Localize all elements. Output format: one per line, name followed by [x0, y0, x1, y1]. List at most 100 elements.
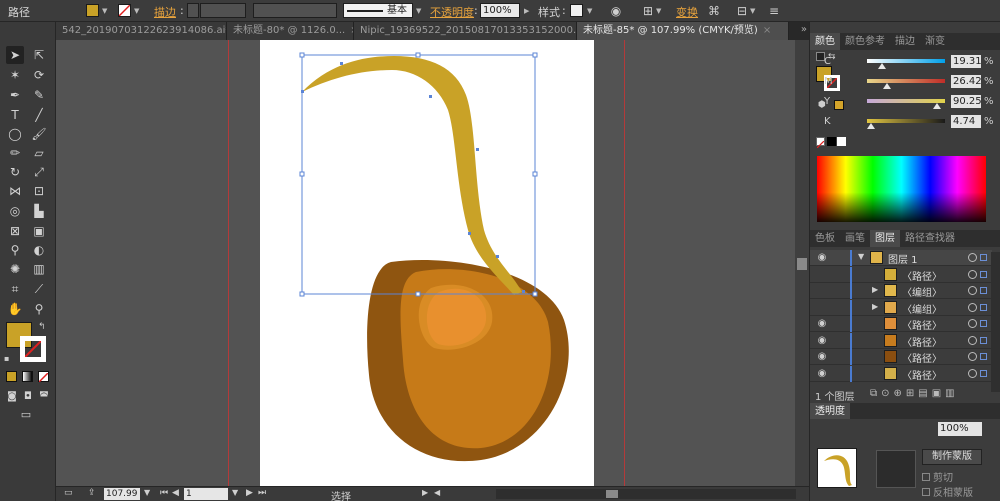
track[interactable]: [867, 79, 945, 83]
expand-icon[interactable]: ▼: [858, 252, 864, 261]
stroke-weight-stepper[interactable]: [187, 3, 199, 18]
curvature-tool-icon[interactable]: ✎: [30, 86, 48, 104]
zoom-dropdown-icon[interactable]: ▼: [144, 488, 150, 497]
layer-name[interactable]: 〈编组〉: [902, 301, 942, 316]
layers-scrollbar[interactable]: [991, 252, 1000, 392]
export-icon[interactable]: ⇪: [88, 488, 96, 498]
slider-k[interactable]: K 4.74 %: [810, 114, 1000, 132]
target-icon[interactable]: [968, 286, 977, 295]
line-tool-icon[interactable]: ╱: [30, 106, 48, 124]
hand-tool-icon[interactable]: ✋: [6, 300, 24, 318]
profile-dropdown-icon[interactable]: ▼: [416, 7, 424, 15]
tab-pathfinder[interactable]: 路径查找器: [900, 230, 960, 247]
layer-name[interactable]: 〈路径〉: [902, 350, 942, 365]
layer-name[interactable]: 〈编组〉: [902, 284, 942, 299]
slider-c[interactable]: C 19.31 %: [810, 54, 1000, 72]
slider-m[interactable]: M 26.42 %: [810, 74, 1000, 92]
fill-dropdown-icon[interactable]: ▼: [102, 7, 110, 15]
invert-mask-checkbox[interactable]: 反相蒙版: [922, 484, 973, 499]
target-icon[interactable]: [968, 368, 977, 378]
layer-row[interactable]: ◉ 〈路径〉: [810, 349, 992, 365]
none-swatch[interactable]: [816, 137, 825, 149]
magic-wand-tool-icon[interactable]: ✶: [6, 66, 24, 84]
zoom-field[interactable]: 107.99: [104, 488, 140, 500]
status-menu-icon[interactable]: ▭: [64, 488, 73, 498]
tab-color-guide[interactable]: 颜色参考: [840, 33, 890, 50]
free-transform-tool-icon[interactable]: ⊡: [30, 182, 48, 200]
selection-indicator[interactable]: [980, 270, 987, 278]
layer-row[interactable]: ▶ 〈编组〉: [810, 299, 992, 316]
target-icon[interactable]: [968, 335, 977, 345]
page-dropdown-icon[interactable]: ▼: [232, 488, 238, 497]
eye-icon[interactable]: ◉: [816, 318, 828, 330]
expand-icon[interactable]: ▶: [872, 285, 878, 294]
layer-name[interactable]: 〈路径〉: [902, 317, 942, 332]
color-spectrum[interactable]: [817, 156, 986, 222]
next-page-icon[interactable]: ▶: [246, 488, 253, 498]
scroll-thumb[interactable]: [797, 258, 807, 270]
fill-swatch[interactable]: [86, 4, 99, 17]
stroke-swatch[interactable]: [118, 4, 131, 17]
menu-icon[interactable]: ≡: [767, 4, 781, 18]
slider-knob-icon[interactable]: [933, 103, 942, 109]
layer-footer-icons[interactable]: ⧉⊙⊕⊞▤▣▥: [870, 388, 959, 399]
pen-tool-icon[interactable]: ✒: [6, 86, 24, 104]
tab-doc-3[interactable]: Nipic_19369522_20150817013353152000.ai*×: [354, 22, 577, 40]
tab-doc-1[interactable]: 542_20190703122623914086.ai*×: [56, 22, 227, 40]
pencil-tool-icon[interactable]: ✏: [6, 144, 24, 162]
tab-doc-4[interactable]: 未标题-85* @ 107.99% (CMYK/预览) ×: [577, 22, 789, 40]
zoom-tool-icon[interactable]: ⚲: [30, 300, 48, 318]
tabs-overflow-icon[interactable]: »: [801, 24, 807, 35]
eyedropper-tool-icon[interactable]: ⚲: [6, 241, 24, 259]
eye-icon[interactable]: ◉: [816, 252, 828, 264]
selection-indicator[interactable]: [980, 353, 987, 360]
lasso-tool-icon[interactable]: ⟳: [30, 66, 48, 84]
ellipse-tool-icon[interactable]: ◯: [6, 125, 24, 143]
opacity-label[interactable]: 不透明度: [430, 4, 474, 20]
layer-name[interactable]: 〈路径〉: [902, 268, 942, 283]
opacity-field[interactable]: 100%: [480, 3, 520, 18]
selection-indicator[interactable]: [980, 254, 987, 261]
last-page-icon[interactable]: ⏭: [258, 488, 266, 498]
selection-indicator[interactable]: [980, 369, 987, 377]
tab-doc-2[interactable]: 未标题-80* @ 1126.0...×: [227, 22, 354, 40]
slider-knob-icon[interactable]: [877, 63, 886, 69]
target-icon[interactable]: [968, 319, 977, 328]
type-tool-icon[interactable]: T: [6, 106, 24, 124]
draw-inside-icon[interactable]: ◚: [35, 388, 53, 406]
opacity-dropdown-icon[interactable]: ▶: [524, 7, 532, 15]
stroke-dropdown-icon[interactable]: ▼: [134, 7, 142, 15]
layer-name[interactable]: 图层 1: [888, 251, 918, 266]
stroke-profile-field[interactable]: 基本: [343, 3, 413, 18]
page-field[interactable]: 1: [184, 488, 228, 500]
artwork[interactable]: [56, 40, 809, 486]
default-colors-icon[interactable]: ▪: [4, 354, 9, 363]
vertical-scrollbar[interactable]: [795, 40, 809, 486]
layer-row[interactable]: ◉ 〈路径〉: [810, 332, 992, 349]
tab-gradient[interactable]: 渐变: [920, 33, 950, 50]
slider-knob-icon[interactable]: [883, 83, 892, 89]
target-icon[interactable]: [968, 253, 977, 262]
selection-indicator[interactable]: [980, 336, 987, 344]
slider-y[interactable]: Y 90.25 %: [810, 94, 1000, 112]
horizontal-scrollbar[interactable]: [496, 489, 796, 499]
align-icon[interactable]: ⊞: [641, 4, 655, 18]
layer-row[interactable]: ▶ 〈编组〉: [810, 283, 992, 299]
arrange-icon[interactable]: ⊟: [735, 4, 749, 18]
tab-swatches[interactable]: 色板: [810, 230, 840, 247]
layer-row-top[interactable]: ◉ ▼ 图层 1: [810, 250, 992, 266]
canvas-area[interactable]: [56, 40, 809, 486]
variable-width-field[interactable]: [253, 3, 337, 18]
none-mode-icon[interactable]: [38, 371, 49, 383]
tab-transparency[interactable]: 透明度: [810, 403, 850, 419]
color-mode-icon[interactable]: [6, 371, 17, 382]
eraser-tool-icon[interactable]: ▱: [30, 144, 48, 162]
tab-layers[interactable]: 图层: [870, 230, 900, 247]
layer-row[interactable]: 〈路径〉: [810, 266, 992, 283]
eye-icon[interactable]: ◉: [816, 368, 828, 380]
selection-indicator[interactable]: [980, 320, 987, 327]
eye-icon[interactable]: ◉: [816, 335, 828, 347]
track[interactable]: [867, 119, 945, 123]
clip-checkbox[interactable]: 剪切: [922, 469, 953, 484]
chart-tool-icon[interactable]: ▙: [30, 202, 48, 220]
